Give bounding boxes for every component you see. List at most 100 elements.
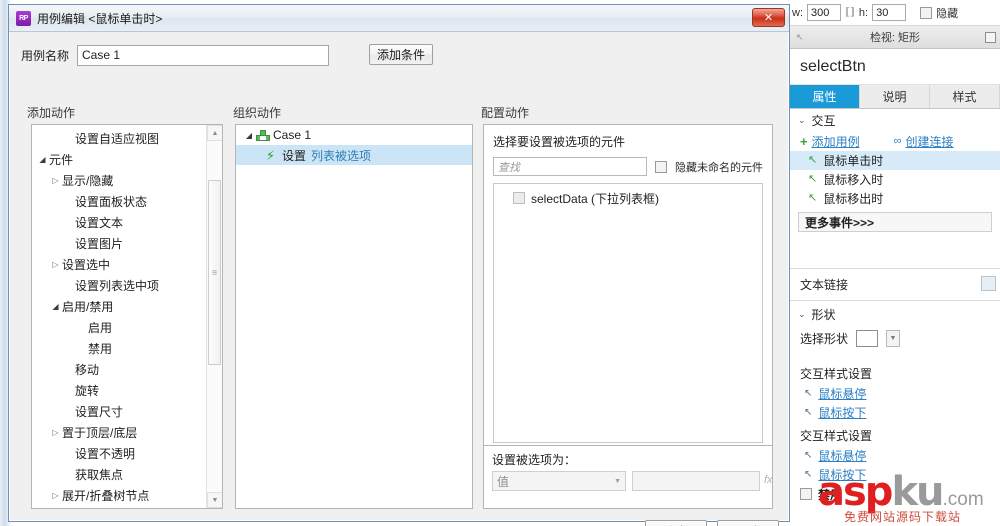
interaction-style-link[interactable]: 鼠标悬停 [818, 447, 866, 464]
event-list[interactable]: ↖ 鼠标单击时 ↖ 鼠标移入时 ↖ 鼠标移出时 [790, 151, 1000, 208]
width-input[interactable]: 300 [807, 4, 841, 21]
widget-name-field[interactable]: selectBtn [790, 49, 1000, 85]
case-name-label: 用例名称 [21, 48, 70, 63]
interaction-style-list-2[interactable]: ↖ 鼠标悬停 ↖ 鼠标按下 [790, 446, 1000, 484]
create-link-link[interactable]: 创建连接 [905, 133, 953, 150]
collapse-arrow-icon[interactable]: ▷ [49, 491, 62, 500]
tree-item[interactable]: 获取焦点 [32, 464, 222, 485]
text-link-row[interactable]: 文本链接 [790, 269, 1000, 299]
organize-action-panel[interactable]: ◢ Case 1 ⚡ 设置 列表被选项 [235, 124, 473, 509]
tree-item-label: 展开/折叠树节点 [62, 489, 150, 503]
tree-item[interactable]: ▷ 显示/隐藏 [32, 170, 222, 191]
axure-logo-icon: RP [16, 10, 31, 26]
expand-arrow-icon[interactable]: ◢ [49, 302, 62, 311]
tree-item-label: 置于顶层/底层 [62, 426, 138, 440]
mouse-cursor-icon: ↖ [804, 407, 813, 418]
action-tree-panel[interactable]: 设置自适应视图 ◢ 元件 ▷ 显示/隐藏 设置面板状态 设置文本 设置图片 ▷ 设置选中 设置列表选… [31, 124, 223, 509]
more-events-button[interactable]: 更多事件>>> [798, 212, 992, 232]
tree-item[interactable]: 设置不透明 [32, 443, 222, 464]
widget-checkbox[interactable] [513, 192, 525, 204]
organize-case-row[interactable]: ◢ Case 1 [236, 125, 472, 145]
link-size-icon[interactable]: ⟦⟧ [845, 7, 855, 18]
event-item[interactable]: ↖ 鼠标移入时 [790, 170, 1000, 189]
interaction-style-section-1: 交互样式设置 ↖ 鼠标悬停 ↖ 鼠标按下 [790, 362, 1000, 422]
event-item[interactable]: ↖ 鼠标移出时 [790, 189, 1000, 208]
tree-item[interactable]: 设置尺寸 [32, 401, 222, 422]
event-item[interactable]: ↖ 鼠标单击时 [790, 151, 1000, 170]
organize-action-row[interactable]: ⚡ 设置 列表被选项 [236, 145, 472, 165]
hide-label: 隐藏 [936, 7, 959, 20]
tree-item[interactable]: ◢ 元件 [32, 149, 222, 170]
shape-swatch[interactable] [856, 329, 879, 347]
tree-item[interactable]: 设置自适应视图 [32, 128, 222, 149]
cursor-icon: ↖ [796, 31, 804, 42]
interaction-style-link[interactable]: 鼠标按下 [818, 404, 866, 421]
tree-item[interactable]: 设置面板状态 [32, 191, 222, 212]
tree-item[interactable]: ▷ 设置选中 [32, 254, 222, 275]
tree-item[interactable]: 禁用 [32, 338, 222, 359]
scroll-down-icon[interactable]: ▼ [207, 492, 222, 508]
text-link-label: 文本链接 [800, 277, 849, 292]
tab-1[interactable]: 属性 [790, 85, 860, 108]
interaction-style-item[interactable]: ↖ 鼠标按下 [790, 403, 1000, 422]
tree-item[interactable]: ▷ 展开/折叠树节点 [32, 485, 222, 506]
collapse-arrow-icon[interactable]: ▷ [49, 176, 62, 185]
tab-2[interactable]: 说明 [860, 85, 930, 108]
ok-button[interactable]: 确定 [645, 520, 707, 526]
interaction-style-list-1[interactable]: ↖ 鼠标悬停 ↖ 鼠标按下 [790, 384, 1000, 422]
tree-item[interactable]: 移动 [32, 359, 222, 380]
tab-3[interactable]: 样式 [930, 85, 1000, 108]
tree-item[interactable]: 设置列表选中项 [32, 275, 222, 296]
chain-link-icon[interactable]: ∞ [894, 135, 902, 147]
tree-item[interactable]: 旋转 [32, 380, 222, 401]
dialog-title: 用例编辑 <鼠标单击时> [37, 11, 163, 26]
interaction-style-link[interactable]: 鼠标悬停 [818, 385, 866, 402]
collapse-arrow-icon[interactable]: ▷ [49, 428, 62, 437]
tree-item[interactable]: 设置文本 [32, 212, 222, 233]
tree-item-label: 设置不透明 [75, 447, 136, 461]
widget-listbox[interactable]: selectData (下拉列表框) [493, 183, 763, 443]
chevron-down-icon: ⌄ [798, 114, 806, 125]
interaction-style-item[interactable]: ↖ 鼠标悬停 [790, 446, 1000, 465]
tree-item-label: 禁用 [88, 342, 113, 356]
height-input[interactable]: 30 [872, 4, 907, 21]
find-input[interactable]: 查找 [493, 157, 647, 176]
screen: RP 用例编辑 <鼠标单击时> ✕ 用例名称 添加条件 添加动作 组织动作 配置… [0, 0, 1000, 526]
cancel-button[interactable]: 取消 [717, 520, 779, 526]
interaction-style-item[interactable]: ↖ 鼠标悬停 [790, 384, 1000, 403]
action-tree[interactable]: 设置自适应视图 ◢ 元件 ▷ 显示/隐藏 设置面板状态 设置文本 设置图片 ▷ 设置选中 设置列表选… [32, 125, 222, 508]
plus-icon[interactable]: + [800, 135, 808, 148]
chevron-down-icon[interactable]: ▼ [886, 329, 901, 347]
tree-item[interactable]: 设置图片 [32, 233, 222, 254]
tree-item[interactable]: ◢ 启用/禁用 [32, 296, 222, 317]
hide-unnamed-checkbox[interactable] [655, 160, 667, 173]
tree-item[interactable]: ◢全局变量 [32, 506, 222, 508]
shape-section-header[interactable]: ⌄ 形状 [790, 303, 1000, 325]
expand-arrow-icon[interactable]: ◢ [242, 131, 256, 140]
option-value-input[interactable] [632, 471, 760, 491]
tree-item[interactable]: 启用 [32, 317, 222, 338]
tree-item[interactable]: ▷ 置于顶层/底层 [32, 422, 222, 443]
disabled-row[interactable]: 禁用 [790, 484, 1000, 504]
interaction-section-header[interactable]: ⌄ 交互 [790, 109, 1000, 131]
case-name-input[interactable] [77, 44, 330, 66]
text-link-button[interactable] [981, 276, 996, 291]
interaction-style-item[interactable]: ↖ 鼠标按下 [790, 465, 1000, 484]
panel-options-icon[interactable] [985, 31, 996, 43]
add-case-link[interactable]: 添加用例 [812, 133, 860, 150]
action-tree-scrollbar[interactable]: ▲ ▼ [206, 125, 222, 508]
interaction-style-link[interactable]: 鼠标按下 [818, 466, 866, 483]
scrollbar-thumb[interactable] [208, 180, 221, 365]
list-item[interactable]: selectData (下拉列表框) [494, 188, 762, 208]
hide-checkbox[interactable] [920, 6, 933, 19]
add-condition-button[interactable]: 添加条件 [369, 44, 433, 65]
collapse-arrow-icon[interactable]: ▷ [49, 260, 62, 269]
expand-arrow-icon[interactable]: ◢ [36, 155, 49, 164]
inspector-tabs[interactable]: 属性 说明 样式 [790, 85, 1000, 109]
disabled-checkbox[interactable] [800, 488, 812, 500]
option-type-select[interactable]: 值 ▼ [492, 471, 626, 491]
fx-label[interactable]: fx [764, 474, 773, 486]
event-cursor-icon: ↖ [808, 173, 818, 185]
close-icon[interactable]: ✕ [752, 8, 785, 27]
scroll-up-icon[interactable]: ▲ [207, 125, 222, 141]
